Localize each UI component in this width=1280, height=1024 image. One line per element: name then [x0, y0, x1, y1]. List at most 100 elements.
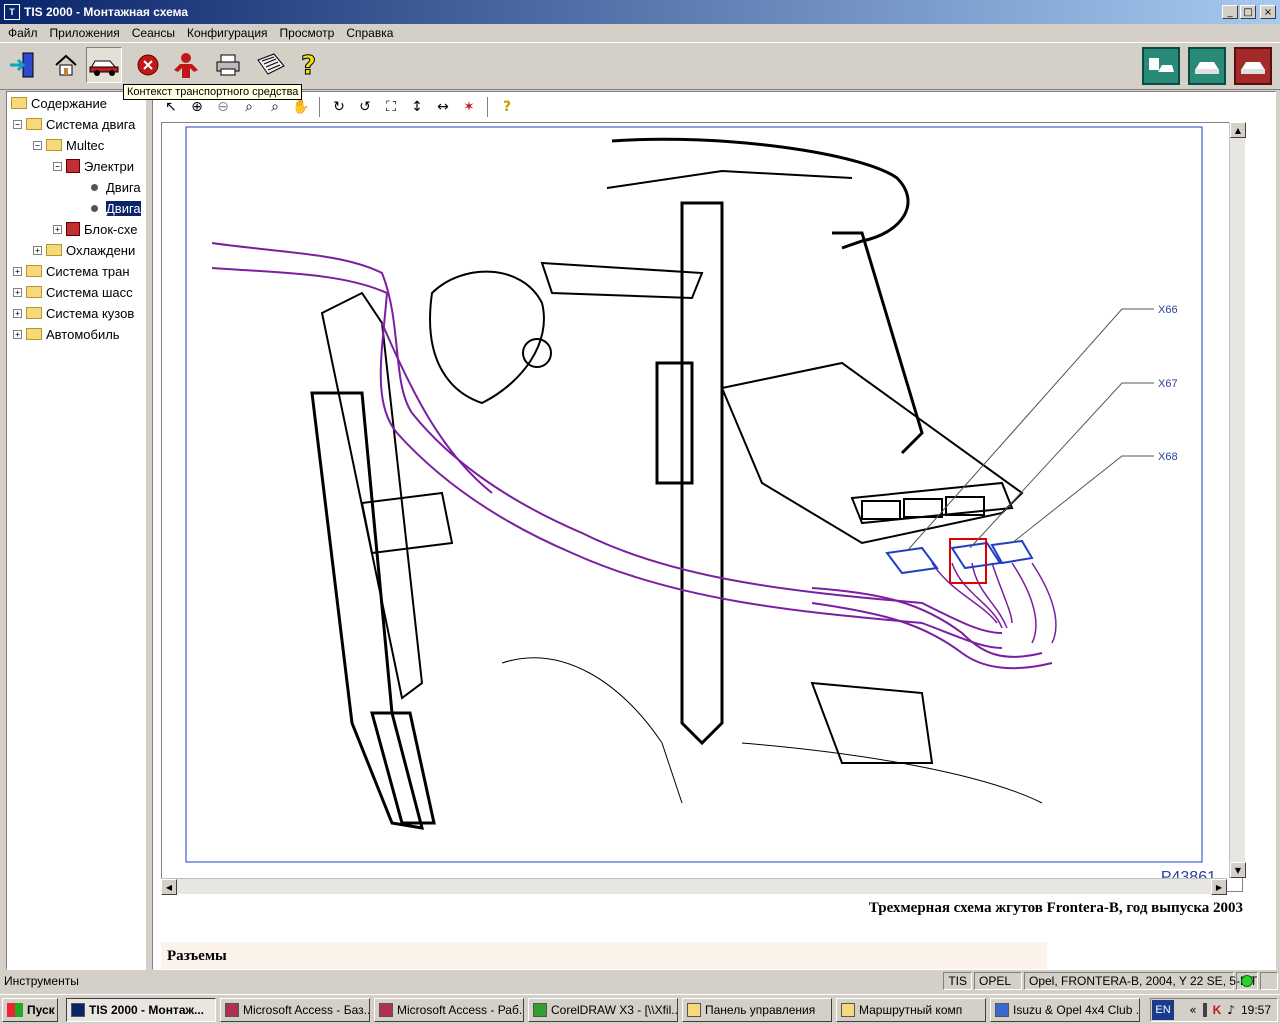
task-access-db[interactable]: Microsoft Access - Баз... — [220, 998, 370, 1022]
tree-item-engine-system[interactable]: − Система двига — [13, 115, 135, 133]
tree-item-multec[interactable]: − Multec — [33, 136, 104, 154]
section-title: Разъемы — [167, 948, 227, 964]
collapse-icon[interactable]: − — [33, 140, 42, 150]
rotate-right-icon[interactable]: ↻ — [327, 96, 351, 118]
menu-view[interactable]: Просмотр — [274, 26, 341, 40]
folder-icon — [26, 286, 42, 298]
folder-icon — [687, 1003, 701, 1017]
workshop-icon[interactable] — [1142, 47, 1180, 85]
book-icon — [66, 222, 80, 236]
minimize-button[interactable]: _ — [1222, 5, 1238, 19]
fit-width-icon[interactable]: ↔ — [431, 96, 455, 118]
task-coreldraw[interactable]: CorelDRAW X3 - [\\Xfil... — [528, 998, 678, 1022]
tree-item-block-diagram[interactable]: + Блок-схе — [53, 220, 137, 238]
expand-icon[interactable]: + — [53, 224, 62, 234]
close-button[interactable]: × — [1260, 5, 1276, 19]
connector-label-x67[interactable]: X67 — [1158, 378, 1178, 390]
collapse-icon[interactable]: − — [53, 161, 62, 171]
svg-text:?: ? — [301, 51, 316, 80]
folder-icon — [841, 1003, 855, 1017]
title-bar: T TIS 2000 - Монтажная схема _ □ × — [0, 0, 1280, 24]
tree-item-transmission[interactable]: + Система тран — [13, 262, 130, 280]
menu-applications[interactable]: Приложения — [44, 26, 126, 40]
expand-icon[interactable]: + — [13, 308, 22, 318]
diagram-viewer[interactable]: X66 X67 X68 P43861 — [161, 122, 1243, 892]
tree-item-vehicle[interactable]: + Автомобиль — [13, 325, 120, 343]
system-tray: « K ♪ 19:57 — [1150, 998, 1278, 1022]
menu-bar: Файл Приложения Сеансы Конфигурация Прос… — [0, 24, 1280, 42]
status-led — [1236, 972, 1258, 990]
tree-item-contents[interactable]: Содержание — [11, 94, 107, 112]
contents-tree: Содержание − Система двига − Multec − Эл… — [6, 91, 146, 970]
status-text: Инструменты — [4, 974, 79, 988]
app-icon: T — [4, 4, 20, 20]
maximize-button[interactable]: □ — [1240, 5, 1256, 19]
window-title: TIS 2000 - Монтажная схема — [24, 5, 189, 19]
collapse-icon[interactable]: − — [13, 119, 22, 129]
vehicle-repair-icon[interactable] — [1234, 47, 1272, 85]
clock: 19:57 — [1240, 1003, 1271, 1017]
task-isuzu-club[interactable]: Isuzu & Opel 4x4 Club ... — [990, 998, 1140, 1022]
bullet-icon — [91, 183, 98, 191]
tray-app-icon[interactable] — [1202, 1003, 1207, 1017]
folder-icon — [26, 307, 42, 319]
tree-item-body[interactable]: + Система кузов — [13, 304, 134, 322]
access-icon — [379, 1003, 393, 1017]
bullet-icon — [91, 204, 98, 212]
user-icon[interactable] — [168, 47, 204, 83]
connector-label-x68[interactable]: X68 — [1158, 451, 1178, 463]
menu-sessions[interactable]: Сеансы — [126, 26, 181, 40]
horizontal-scrollbar[interactable]: ◀ ▶ — [161, 878, 1227, 895]
tree-item-cooling[interactable]: + Охлаждени — [33, 241, 135, 259]
tree-item-electrical[interactable]: − Электри — [53, 157, 134, 175]
help-icon[interactable]: ? — [292, 47, 328, 83]
volume-icon[interactable]: ♪ — [1227, 1003, 1235, 1017]
highlight-icon[interactable]: ✶ — [457, 96, 481, 118]
content-pane: ↖ ⊕ ⊖ ⌕ ⌕ ✋ ↻ ↺ ⛶ ↕ ↔ ✶ ? X66 X67 X68 ▲ … — [152, 91, 1276, 970]
menu-configuration[interactable]: Конфигурация — [181, 26, 274, 40]
tree-item-engine-2[interactable]: Двига — [87, 199, 141, 217]
tray-expand-icon[interactable]: « — [1189, 1003, 1196, 1017]
taskbar: Пуск TIS 2000 - Монтаж... Microsoft Acce… — [0, 994, 1280, 1024]
scroll-up-icon[interactable]: ▲ — [1230, 122, 1246, 138]
folder-open-icon — [11, 97, 27, 109]
tooltip: Контекст транспортного средства — [123, 84, 303, 100]
home-icon[interactable] — [48, 47, 84, 83]
main-toolbar: ? — [0, 42, 1280, 90]
vertical-scrollbar[interactable]: ▲ ▼ — [1229, 122, 1246, 878]
menu-file[interactable]: Файл — [2, 26, 44, 40]
scroll-down-icon[interactable]: ▼ — [1230, 862, 1246, 878]
expand-icon[interactable]: + — [13, 287, 22, 297]
print-icon[interactable] — [210, 47, 246, 83]
task-access-work[interactable]: Microsoft Access - Раб... — [374, 998, 524, 1022]
toolbar-separator — [319, 97, 321, 117]
rotate-left-icon[interactable]: ↺ — [353, 96, 377, 118]
menu-help[interactable]: Справка — [340, 26, 399, 40]
tree-item-chassis[interactable]: + Система шасс — [13, 283, 133, 301]
fit-all-icon[interactable]: ⛶ — [379, 96, 403, 118]
task-route-computer[interactable]: Маршрутный комп — [836, 998, 986, 1022]
tree-item-engine-1[interactable]: Двига — [87, 178, 141, 196]
fit-height-icon[interactable]: ↕ — [405, 96, 429, 118]
exit-icon[interactable] — [4, 47, 40, 83]
windows-logo-icon — [7, 1003, 23, 1017]
start-button[interactable]: Пуск — [2, 998, 58, 1022]
status-system: TIS — [943, 972, 972, 990]
expand-icon[interactable]: + — [13, 266, 22, 276]
kaspersky-icon[interactable]: K — [1213, 1003, 1222, 1017]
schema-title: Трехмерная схема жгутов Frontera-B, год … — [868, 900, 1243, 916]
task-control-panel[interactable]: Панель управления — [682, 998, 832, 1022]
scroll-right-icon[interactable]: ▶ — [1211, 879, 1227, 895]
vehicle-diagnostic-icon[interactable] — [1188, 47, 1226, 85]
cancel-icon[interactable] — [130, 47, 166, 83]
scroll-left-icon[interactable]: ◀ — [161, 879, 177, 895]
expand-icon[interactable]: + — [13, 329, 22, 339]
expand-icon[interactable]: + — [33, 245, 42, 255]
vehicle-context-icon[interactable] — [86, 47, 122, 83]
connector-label-x66[interactable]: X66 — [1158, 304, 1178, 316]
notes-icon[interactable] — [252, 47, 288, 83]
task-tis2000[interactable]: TIS 2000 - Монтаж... — [66, 998, 216, 1022]
book-icon — [66, 159, 80, 173]
section-connectors: Разъемы — [161, 942, 1047, 969]
diagram-help-icon[interactable]: ? — [495, 96, 519, 118]
